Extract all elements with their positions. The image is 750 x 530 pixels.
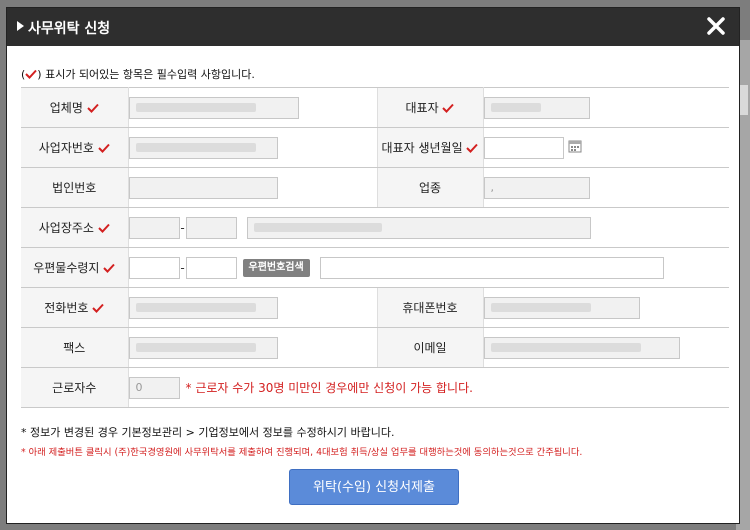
representative-label: 대표자 — [376, 87, 484, 128]
fax-label: 팩스 — [21, 327, 129, 368]
address-label: 사업장주소 — [21, 207, 129, 248]
phone-label: 전화번호 — [21, 287, 129, 328]
close-button[interactable] — [705, 15, 727, 37]
form-row-phone: 전화번호 휴대폰번호 — [21, 287, 729, 328]
checkmark-icon — [103, 261, 116, 275]
calendar-icon[interactable] — [568, 139, 582, 156]
postal-receiver-label: 우편물수령지 — [21, 247, 129, 288]
rep-birthdate-input[interactable] — [483, 136, 564, 159]
checkmark-icon — [466, 141, 479, 155]
business-type-label: 업종 — [376, 167, 484, 208]
checkmark-icon — [92, 301, 104, 315]
business-type-input[interactable]: , — [483, 176, 590, 199]
representative-input[interactable] — [483, 96, 590, 119]
address-zip1-input[interactable] — [128, 216, 180, 239]
form-row-workers: 근로자수 0 * 근로자 수가 30명 미만인 경우에만 신청이 가능 합니다. — [21, 367, 729, 408]
form-row-fax: 팩스 이메일 — [21, 327, 729, 368]
email-input[interactable] — [483, 336, 680, 359]
checkmark-icon — [25, 68, 38, 81]
zip-search-button[interactable]: 우편번호검색 — [242, 258, 310, 277]
postal-zip1-input[interactable] — [128, 256, 180, 279]
corp-number-input[interactable] — [128, 176, 278, 199]
modal-title: 사무위탁 신청 — [28, 21, 111, 37]
form-row-corp-number: 법인번호 업종 , — [21, 167, 729, 208]
checkmark-icon — [98, 221, 110, 235]
modal-dialog: 사무위탁 신청 () 표시가 되어있는 항목은 필수입력 사항입니다. 업체명 … — [6, 7, 740, 524]
form-row-address: 사업장주소 - — [21, 207, 729, 248]
required-note: () 표시가 되어있는 항목은 필수입력 사항입니다. — [21, 68, 255, 81]
mobile-label: 휴대폰번호 — [376, 287, 484, 328]
business-number-label: 사업자번호 — [21, 127, 129, 168]
info-note: * 정보가 변경된 경우 기본정보관리 > 기업정보에서 정보를 수정하시기 바… — [21, 426, 395, 439]
rep-birthdate-label: 대표자 생년월일 — [376, 127, 484, 168]
form-row-company: 업체명 대표자 — [21, 87, 729, 128]
close-icon — [707, 17, 725, 35]
workers-label: 근로자수 — [21, 367, 129, 408]
address-detail-input[interactable] — [246, 216, 591, 239]
submit-button[interactable]: 위탁(수임) 신청서제출 — [289, 469, 459, 505]
company-name-label: 업체명 — [21, 87, 129, 128]
company-name-input[interactable] — [128, 96, 299, 119]
workers-warning: * 근로자 수가 30명 미만인 경우에만 신청이 가능 합니다. — [185, 381, 473, 395]
title-arrow-icon — [17, 21, 24, 31]
consent-note: * 아래 제출버튼 클릭시 (주)한국경영원에 사무위탁서를 제출하여 진행되며… — [21, 447, 583, 458]
application-form-table: 업체명 대표자 사업자번호 대표자 생년월일 법인번호 업종 , 사업장주소 -… — [21, 87, 729, 408]
form-row-business-number: 사업자번호 대표자 생년월일 — [21, 127, 729, 168]
phone-input[interactable] — [128, 296, 278, 319]
postal-zip2-input[interactable] — [185, 256, 237, 279]
workers-input[interactable]: 0 — [128, 376, 180, 399]
mobile-input[interactable] — [483, 296, 640, 319]
postal-address-input[interactable] — [319, 256, 664, 279]
checkmark-icon — [442, 101, 455, 115]
form-row-postal: 우편물수령지 - 우편번호검색 — [21, 247, 729, 288]
modal-titlebar: 사무위탁 신청 — [7, 8, 739, 46]
fax-input[interactable] — [128, 336, 278, 359]
address-zip2-input[interactable] — [185, 216, 237, 239]
checkmark-icon — [98, 141, 110, 155]
email-label: 이메일 — [376, 327, 484, 368]
business-number-input[interactable] — [128, 136, 278, 159]
checkmark-icon — [87, 101, 99, 115]
corp-number-label: 법인번호 — [21, 167, 129, 208]
